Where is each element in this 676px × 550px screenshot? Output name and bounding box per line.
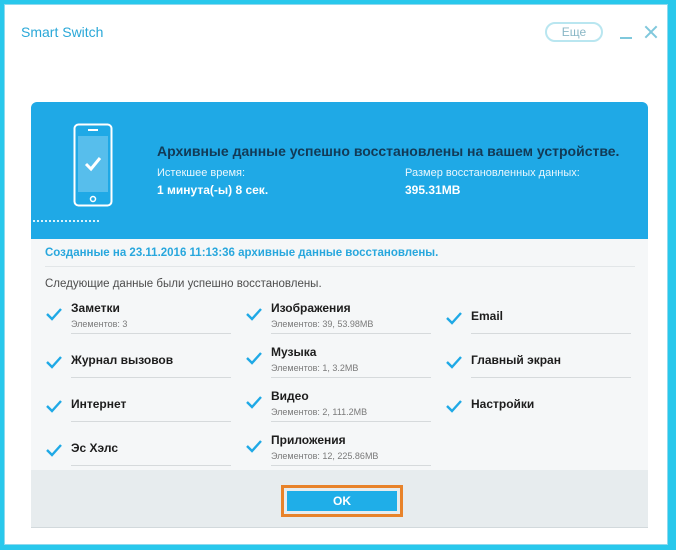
item-detail: Элементов: 39, 53.98MB (271, 319, 374, 329)
item-name: Эс Хэлс (71, 441, 119, 455)
list-item-email: Email (445, 301, 633, 345)
item-name: Музыка (271, 345, 317, 359)
backup-created-line: Созданные на 23.11.2016 11:13:36 архивны… (45, 247, 439, 259)
size-value: 395.31MB (405, 183, 461, 197)
check-icon (46, 400, 62, 413)
check-icon (46, 308, 62, 321)
phone-check-icon (73, 123, 113, 207)
item-detail: Элементов: 3 (71, 319, 128, 329)
item-name: Видео (271, 389, 309, 403)
dialog-footer: OK (31, 470, 648, 528)
check-icon (46, 356, 62, 369)
check-icon (446, 400, 462, 413)
ok-button-highlight: OK (281, 485, 403, 517)
list-item-internet: Интернет (45, 389, 233, 433)
item-name: Настройки (471, 397, 535, 411)
size-label: Размер восстановленных данных: (405, 167, 580, 179)
item-detail: Элементов: 2, 111.2MB (271, 407, 368, 417)
check-icon (46, 444, 62, 457)
item-name: Приложения (271, 433, 346, 447)
check-icon (446, 356, 462, 369)
list-item-video: Видео Элементов: 2, 111.2MB (245, 389, 433, 433)
item-name: Изображения (271, 301, 351, 315)
item-name: Журнал вызовов (71, 353, 174, 367)
check-icon (246, 308, 262, 321)
more-button[interactable]: Еще (545, 22, 603, 42)
check-icon (246, 396, 262, 409)
list-item-home-screen: Главный экран (445, 345, 633, 389)
success-title: Архивные данные успешно восстановлены на… (157, 143, 620, 159)
item-name: Заметки (71, 301, 120, 315)
item-detail: Элементов: 12, 225.86MB (271, 451, 379, 461)
list-item-images: Изображения Элементов: 39, 53.98MB (245, 301, 433, 345)
title-bar: Smart Switch Еще (5, 5, 667, 57)
ok-button[interactable]: OK (287, 491, 397, 511)
elapsed-label: Истекшее время: (157, 167, 246, 179)
minimize-icon[interactable] (619, 25, 633, 39)
item-name: Главный экран (471, 353, 561, 367)
progress-dots (33, 220, 99, 222)
divider (45, 266, 635, 267)
restored-list-heading: Следующие данные были успешно восстановл… (45, 278, 322, 290)
check-icon (446, 312, 462, 325)
item-detail: Элементов: 1, 3.2MB (271, 363, 359, 373)
check-icon (246, 440, 262, 453)
check-icon (246, 352, 262, 365)
list-item-call-log: Журнал вызовов (45, 345, 233, 389)
app-title: Smart Switch (21, 24, 104, 40)
result-banner: Архивные данные успешно восстановлены на… (31, 102, 648, 239)
list-item-settings: Настройки (445, 389, 633, 433)
elapsed-value: 1 минута(-ы) 8 сек. (157, 183, 269, 197)
item-name: Email (471, 309, 504, 323)
list-item-notes: Заметки Элементов: 3 (45, 301, 233, 345)
smart-switch-window: Smart Switch Еще Архивные данные успешно… (4, 4, 668, 545)
result-card: Архивные данные успешно восстановлены на… (31, 102, 648, 528)
item-name: Интернет (71, 397, 127, 411)
close-icon[interactable] (643, 24, 659, 40)
list-item-music: Музыка Элементов: 1, 3.2MB (245, 345, 433, 389)
